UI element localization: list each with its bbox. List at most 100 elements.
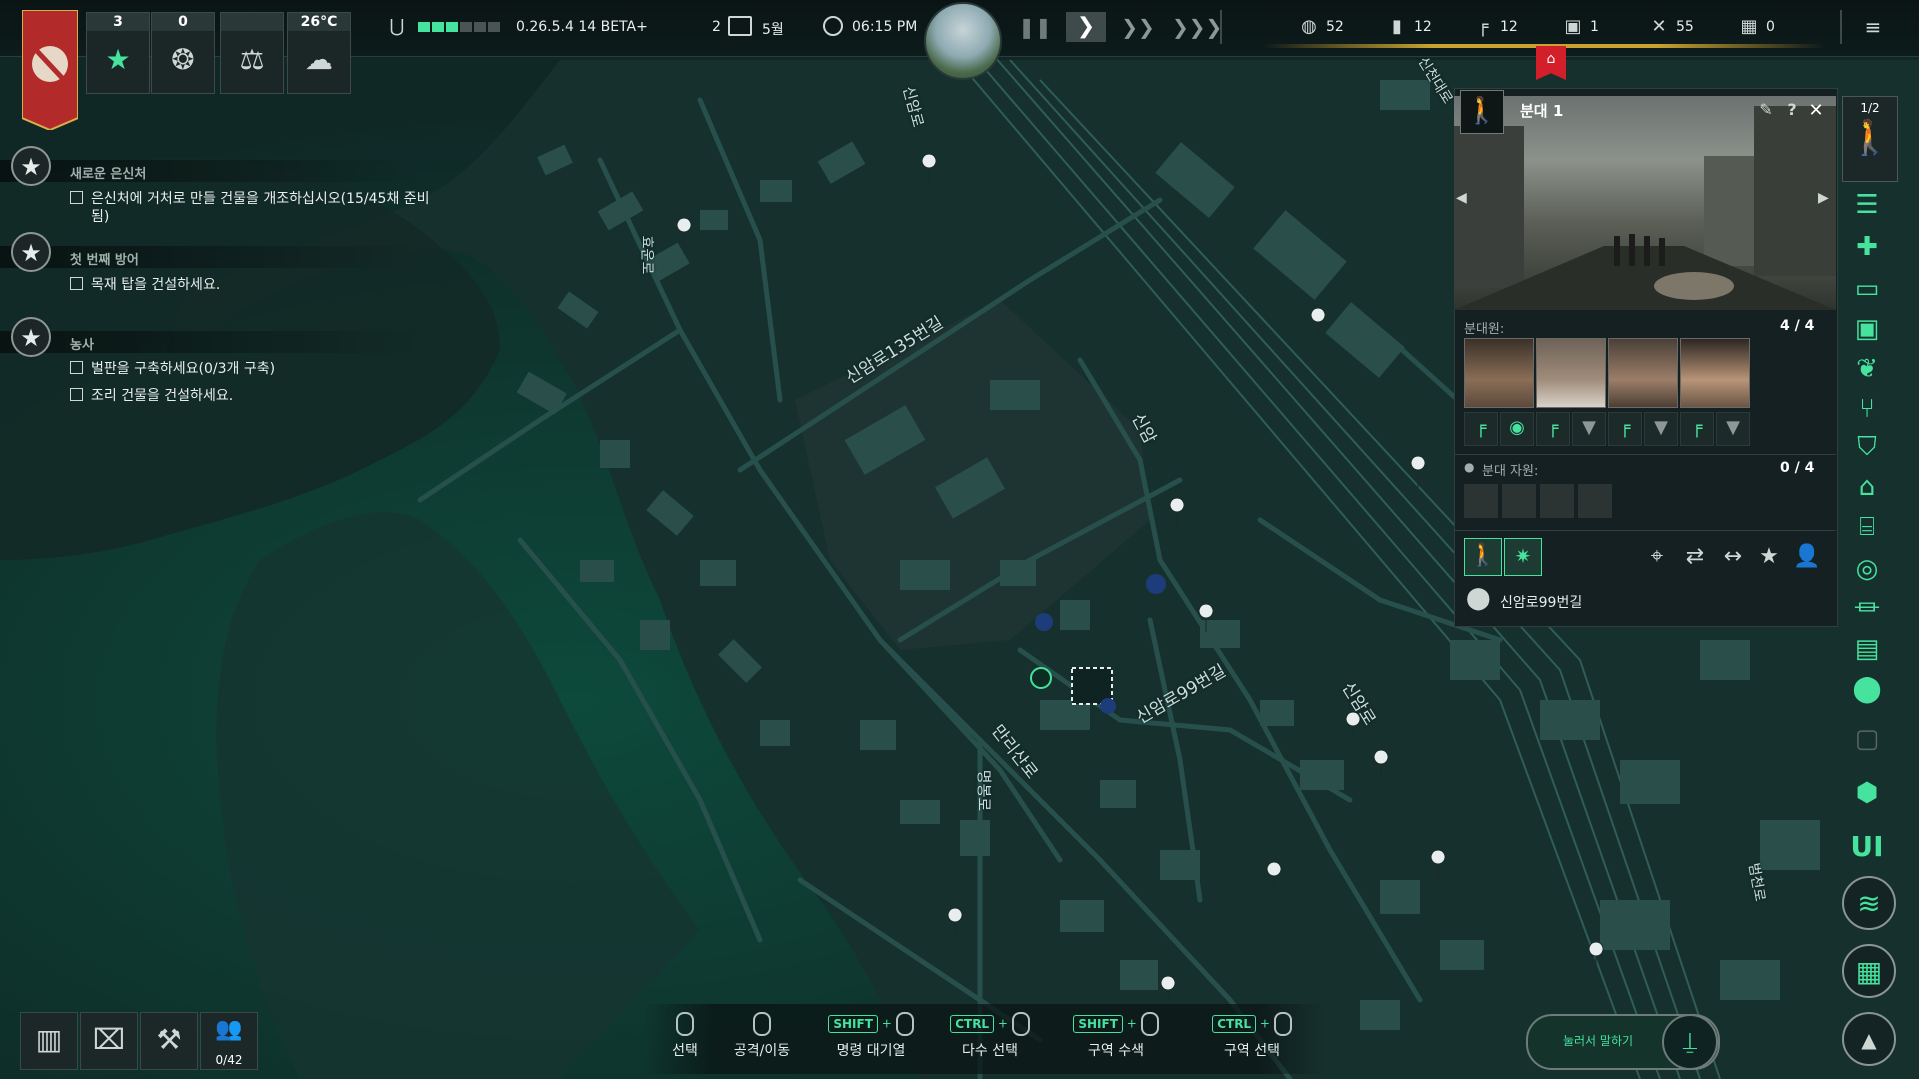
mouse-drag-icon — [1273, 1012, 1292, 1036]
objective-item[interactable]: 조리 건물을 건설하세요. — [70, 387, 233, 405]
gun-icon[interactable]: ╒ — [1680, 412, 1714, 446]
gun-icon[interactable]: ╒ — [1464, 412, 1498, 446]
push-to-talk-label: 눌러서 말하기 — [1562, 1034, 1634, 1048]
objective-star-icon[interactable]: ★ — [11, 317, 51, 357]
rename-icon[interactable]: ✎ — [1756, 100, 1776, 120]
squad-member-portrait[interactable] — [1464, 338, 1534, 408]
resource-guns[interactable]: ╒ 12 — [1472, 16, 1518, 38]
compass-button[interactable]: ▲ — [1842, 1012, 1896, 1066]
book-icon[interactable]: ▭ — [1848, 270, 1886, 308]
hint-select: 선택 — [660, 1012, 710, 1068]
objective-item[interactable]: 은신처에 거처로 만들 건물을 개조하십시오(15/45채 준비 — [70, 190, 430, 208]
day-cycle-globe[interactable] — [924, 2, 1002, 80]
resource-crates[interactable]: ▦ 0 — [1738, 16, 1774, 38]
resource-tools[interactable]: ✕ 55 — [1648, 16, 1694, 38]
dismiss-person-icon[interactable]: 👤 — [1790, 540, 1824, 574]
building-icon: ▥ — [35, 1023, 63, 1056]
mouse-drag-icon — [1140, 1012, 1159, 1036]
garage-icon[interactable]: ⌸ — [1848, 508, 1886, 546]
mask-icon[interactable]: ◎ — [1848, 550, 1886, 588]
walk-mode-button[interactable]: 🚶 — [1464, 538, 1502, 576]
prev-arrow-icon[interactable]: ◀ — [1456, 190, 1470, 216]
menu-icon[interactable]: ≡ — [1860, 14, 1886, 40]
split-icon[interactable]: ↔ — [1716, 540, 1750, 574]
house-icon[interactable]: ⌂ — [1848, 468, 1886, 506]
wheat-icon[interactable]: ❦ — [1848, 350, 1886, 388]
members-label: 분대원: — [1464, 322, 1505, 337]
badge-icon[interactable]: ⛉ — [1848, 428, 1886, 466]
push-to-talk-button[interactable]: 눌러서 말하기 ⍊ — [1526, 1014, 1720, 1070]
hint-area-select: CTRL + 구역 선택 — [1192, 1012, 1312, 1068]
jar-icon[interactable]: ▣ — [1848, 310, 1886, 348]
population-button[interactable]: 👥 0/42 — [200, 1012, 258, 1070]
fastest-button[interactable]: ❯❯❯ — [1172, 12, 1222, 42]
play-button[interactable]: ❯ — [1066, 12, 1106, 42]
squad-member-portrait[interactable] — [1536, 338, 1606, 408]
stat-box-faith[interactable]: 0 ❂ — [151, 12, 215, 94]
divider — [1840, 10, 1842, 44]
close-icon[interactable]: ✕ — [1806, 100, 1826, 121]
book-stack-icon[interactable]: ▤ — [1848, 630, 1886, 668]
squad-member-portrait[interactable] — [1680, 338, 1750, 408]
squad-mode-icon[interactable]: 🚶 — [1460, 90, 1504, 134]
resource-value: 12 — [1414, 19, 1432, 35]
resource-shield[interactable]: ◍ 52 — [1298, 16, 1344, 38]
build-button[interactable]: ▥ — [20, 1012, 78, 1070]
stat-box-stars[interactable]: 3 ★ — [86, 12, 150, 94]
layers-button[interactable]: ≋ — [1842, 876, 1896, 930]
objective-item[interactable]: 목재 탑을 건설하세요. — [70, 276, 220, 294]
checkbox[interactable] — [70, 388, 83, 401]
empty-volunteer-slot[interactable] — [1578, 484, 1612, 518]
demolish-button[interactable]: ⌧ — [80, 1012, 138, 1070]
objective-item[interactable]: 벌판을 구축하세요(0/3개 구축) — [70, 360, 275, 378]
pause-button[interactable]: ❚❚ — [1018, 12, 1052, 42]
checkbox[interactable] — [70, 361, 83, 374]
gather-button[interactable]: ⚒ — [140, 1012, 198, 1070]
empty-volunteer-slot[interactable] — [1464, 484, 1498, 518]
shirt-icon[interactable]: ▼ — [1644, 412, 1678, 446]
fast-forward-button[interactable]: ❯❯ — [1118, 12, 1158, 42]
map-pin-icon[interactable]: ⬤ — [1848, 670, 1886, 708]
people-icon: 👥 — [215, 1017, 243, 1042]
checkbox[interactable] — [70, 277, 83, 290]
bank-icon[interactable]: ⏛ — [1848, 590, 1886, 628]
squad-list-icon[interactable]: ☰ — [1848, 186, 1886, 224]
squad-page-box[interactable]: 1/2 🚶 — [1842, 96, 1898, 182]
members-count: 4 / 4 — [1780, 318, 1815, 334]
resource-value: 55 — [1676, 19, 1694, 35]
shirt-icon[interactable]: ▼ — [1572, 412, 1606, 446]
resource-ammo[interactable]: ▮ 12 — [1386, 16, 1432, 38]
empty-volunteer-slot[interactable] — [1540, 484, 1574, 518]
stat-box-justice[interactable]: ⚖ — [220, 12, 284, 94]
checkbox[interactable] — [70, 191, 83, 204]
grid-button[interactable]: ▦ — [1842, 944, 1896, 998]
crate-icon: ▦ — [1740, 16, 1758, 37]
objective-star-icon[interactable]: ★ — [11, 146, 51, 186]
stat-box-weather[interactable]: 26°C ☁ — [287, 12, 351, 94]
resource-fuel[interactable]: ▣ 1 — [1562, 16, 1598, 38]
objective-star-icon[interactable]: ★ — [11, 232, 51, 272]
location-pin-icon[interactable]: ⌖ — [1640, 540, 1674, 574]
medkit-icon[interactable]: ✚ — [1848, 228, 1886, 266]
shirt-icon[interactable]: ▼ — [1716, 412, 1750, 446]
ui-toggle-icon[interactable]: UI — [1848, 828, 1886, 866]
version-text: 0.26.5.4 14 BETA+ — [516, 19, 648, 35]
empty-volunteer-slot[interactable] — [1502, 484, 1536, 518]
date-day: 2 — [712, 19, 721, 35]
resource-value: 52 — [1326, 19, 1344, 35]
demolish-icon: ⌧ — [92, 1023, 126, 1056]
help-icon[interactable]: ? — [1782, 100, 1802, 120]
favorite-star-icon[interactable]: ★ — [1752, 540, 1786, 574]
gas-mask-icon[interactable]: ◉ — [1500, 412, 1534, 446]
attack-mode-button[interactable]: ✷ — [1504, 538, 1542, 576]
squad-member-portrait[interactable] — [1608, 338, 1678, 408]
cutlery-icon[interactable]: ⑂ — [1848, 390, 1886, 428]
gun-icon[interactable]: ╒ — [1608, 412, 1642, 446]
swap-icon[interactable]: ⇄ — [1678, 540, 1712, 574]
gun-icon[interactable]: ╒ — [1536, 412, 1570, 446]
objective-title: 새로운 은신처 — [70, 167, 147, 182]
faction-banner[interactable] — [22, 10, 78, 130]
cube-icon[interactable]: ⬢ — [1848, 774, 1886, 812]
next-arrow-icon[interactable]: ▶ — [1818, 190, 1832, 216]
divider — [1454, 454, 1836, 455]
